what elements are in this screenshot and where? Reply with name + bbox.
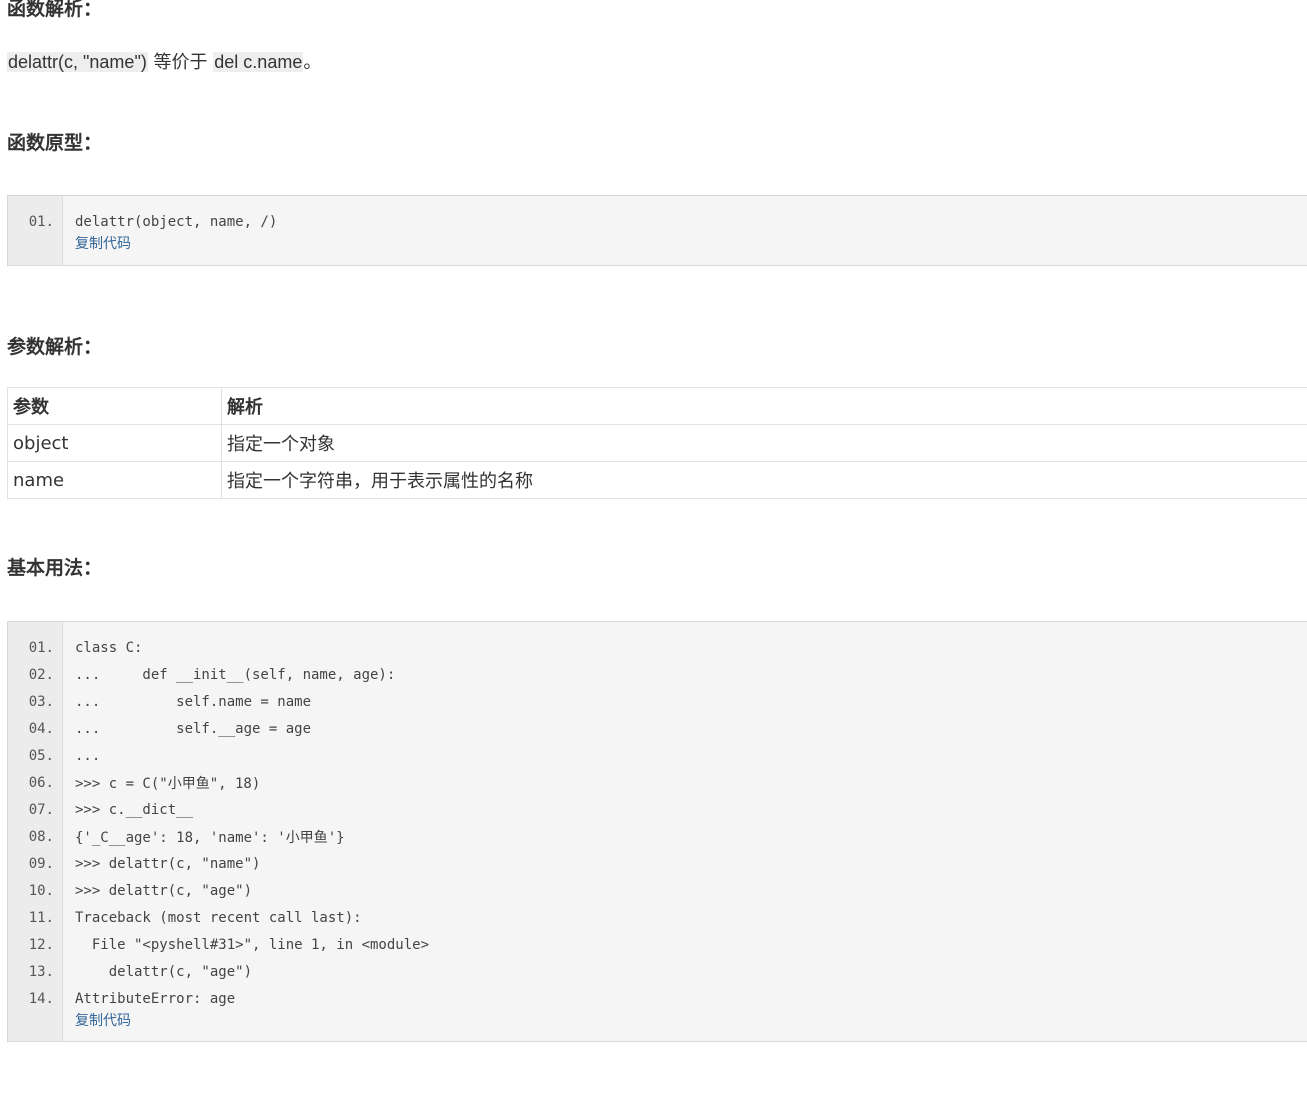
code-text: Traceback (most recent call last): [75,909,362,926]
line-number: 06. [28,774,54,791]
param-desc-cell: 指定一个对象 [221,424,1307,462]
line-number: 11. [28,909,54,926]
prototype-code-block: 01. delattr(object, name, /) 复制代码 [7,195,1307,266]
line-number: 01. [28,213,54,230]
code-line: 05.... [8,742,1307,769]
line-number: 07. [28,801,54,818]
code-line: 11. Traceback (most recent call last): [8,904,1307,931]
line-number: 08. [28,828,54,845]
code-line: 12. File "<pyshell#31>", line 1, in <mod… [8,931,1307,958]
code-text: >>> delattr(c, "age") [75,882,253,899]
param-desc-cell: 指定一个字符串，用于表示属性的名称 [221,461,1307,499]
line-number: 05. [28,747,54,764]
analysis-end-text: 。 [303,52,322,73]
code-line: 10. >>> delattr(c, "age") [8,877,1307,904]
analysis-heading: 函数解析： [7,0,103,20]
code-line: 13. delattr(c, "age") [8,958,1307,985]
code-line: 09. >>> delattr(c, "name") [8,850,1307,877]
code-line: 02. ... def __init__(self, name, age): [8,661,1307,688]
code-text: ... self.__age = age [75,720,312,737]
line-number: 13. [28,963,54,980]
line-number: 14. [28,990,54,1007]
code-line: 01. delattr(object, name, /) [8,208,1307,235]
line-number: 09. [28,855,54,872]
params-heading: 参数解析： [7,336,103,358]
code-text: ... [75,747,101,764]
header-desc: 解析 [221,387,1307,425]
usage-code-block: 01. class C: 02. ... def __init__(self, nam… [7,621,1307,1042]
table-row: object 指定一个对象 [7,424,1307,462]
code-text: ... def __init__(self, name, age): [75,666,396,683]
table-row: name 指定一个字符串，用于表示属性的名称 [7,461,1307,499]
code-text: >>> delattr(c, "name") [75,855,261,872]
table-header-row: 参数 解析 [7,387,1307,425]
code-text: delattr(object, name, /) [75,213,278,230]
params-table: 参数 解析 object 指定一个对象 name 指定一个字符串，用于表示属性的… [7,387,1307,499]
code-text: >>> c.__dict__ [75,801,194,818]
prototype-code-lines: 01. delattr(object, name, /) [8,196,1307,235]
code-text: {'_C__age': 18, 'name': '小甲鱼'} [75,829,345,846]
code-line: 07. >>> c.__dict__ [8,796,1307,823]
code-text: ... self.name = name [75,693,312,710]
code-line: 04. ... self.__age = age [8,715,1307,742]
code-line: 01. class C: [8,634,1307,661]
code-text: AttributeError: age [75,990,236,1007]
line-number: 10. [28,882,54,899]
code-text: class C: [75,639,143,656]
code-text: File "<pyshell#31>", line 1, in <module> [75,936,430,953]
code-text: >>> c = C("小甲鱼", 18) [75,775,261,792]
usage-heading: 基本用法： [7,557,103,579]
analysis-middle-text: 等价于 [147,52,214,73]
line-number: 02. [28,666,54,683]
code-text: delattr(c, "age") [75,963,253,980]
param-name-cell: object [7,424,222,462]
inline-code-delattr: delattr(c, "name") [7,52,148,72]
copy-code-button[interactable]: 复制代码 [75,1010,1307,1032]
inline-code-del: del c.name [213,52,304,72]
line-number: 04. [28,720,54,737]
line-number: 01. [28,639,54,656]
line-number: 03. [28,693,54,710]
analysis-paragraph: delattr(c, "name") 等价于 del c.name。 [7,49,321,76]
copy-code-button[interactable]: 复制代码 [75,233,1307,255]
prototype-heading: 函数原型： [7,132,103,154]
header-param: 参数 [7,387,222,425]
code-line: 14. AttributeError: age [8,985,1307,1012]
usage-code-lines: 01. class C: 02. ... def __init__(self, nam… [8,622,1307,1012]
line-number: 12. [28,936,54,953]
code-line: 08. {'_C__age': 18, 'name': '小甲鱼'} [8,823,1307,850]
code-line: 03. ... self.name = name [8,688,1307,715]
code-line: 06. >>> c = C("小甲鱼", 18) [8,769,1307,796]
article-page: 函数解析： delattr(c, "name") 等价于 del c.name。… [0,0,1307,1093]
param-name-cell: name [7,461,222,499]
